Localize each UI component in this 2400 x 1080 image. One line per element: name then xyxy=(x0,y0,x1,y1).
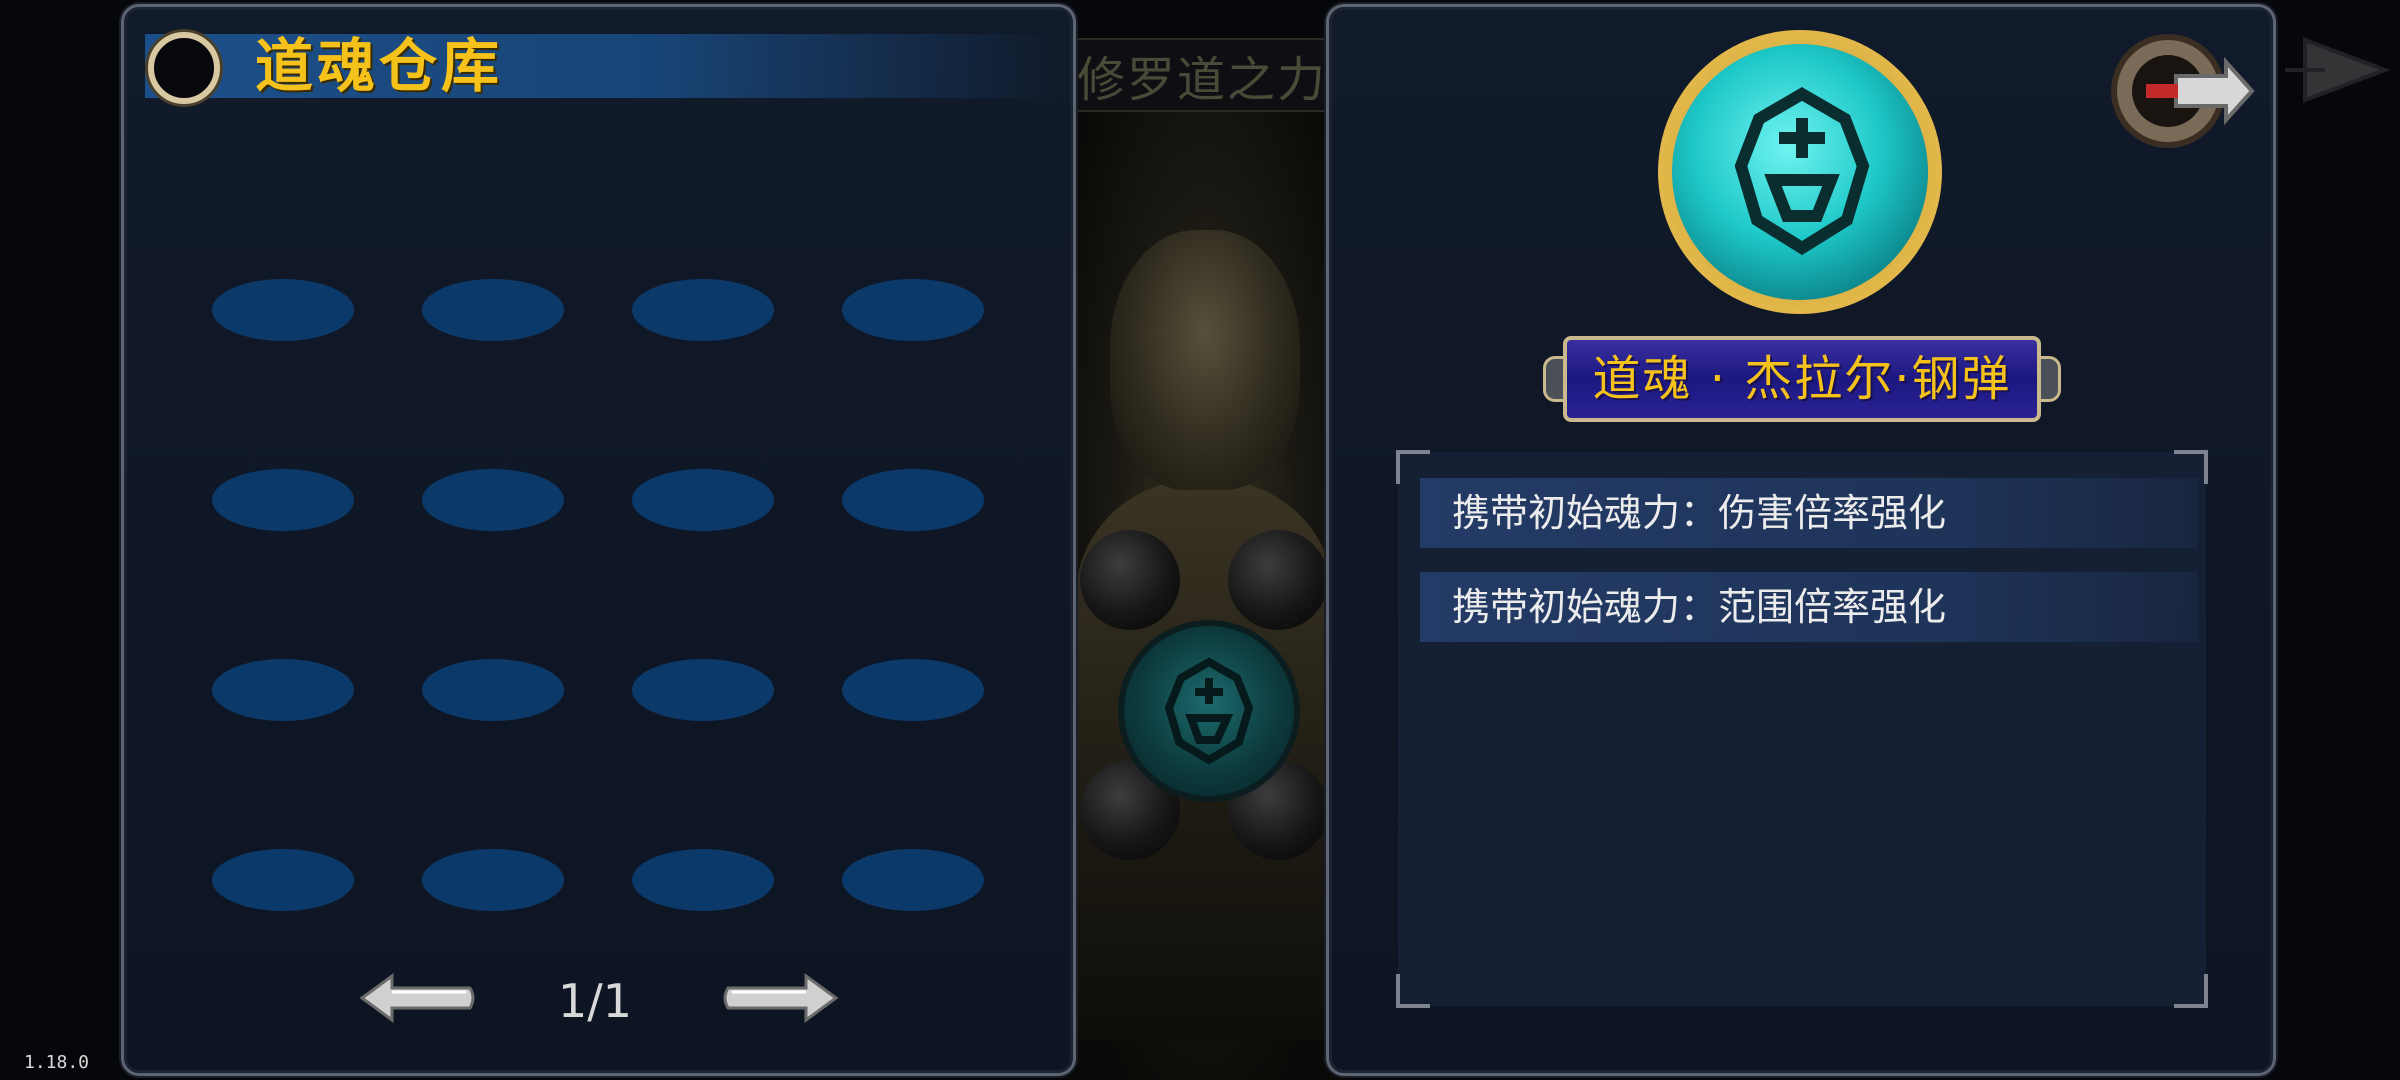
frame-corner xyxy=(2174,974,2208,1008)
background-title: 修罗道之力 xyxy=(1030,38,1374,112)
soul-socket xyxy=(1080,530,1180,630)
soul-socket xyxy=(1228,530,1328,630)
storage-slot[interactable] xyxy=(842,849,984,911)
attribute-row-range: 携带初始魂力：范围倍率强化 xyxy=(1420,572,2198,642)
storage-slot[interactable] xyxy=(212,469,354,531)
storage-slot[interactable] xyxy=(212,849,354,911)
storage-slot[interactable] xyxy=(422,279,564,341)
storage-slot[interactable] xyxy=(422,469,564,531)
storage-slot[interactable] xyxy=(632,849,774,911)
soul-glyph-icon xyxy=(1164,657,1254,765)
title-ring-icon xyxy=(148,32,220,104)
equipped-soul-orb[interactable] xyxy=(1118,620,1300,802)
frame-corner xyxy=(1396,974,1430,1008)
faded-arrow-icon xyxy=(2285,37,2391,103)
storage-slot[interactable] xyxy=(842,279,984,341)
storage-slot[interactable] xyxy=(632,279,774,341)
soul-storage-panel xyxy=(121,4,1076,1076)
storage-slot[interactable] xyxy=(212,279,354,341)
storage-slot[interactable] xyxy=(422,849,564,911)
back-close-icon[interactable] xyxy=(2106,26,2256,156)
storage-title: 道魂仓库 xyxy=(255,32,504,100)
soul-name-plate: 道魂 · 杰拉尔·钢弹 xyxy=(1543,330,2061,428)
storage-slot[interactable] xyxy=(212,659,354,721)
soul-glyph-icon xyxy=(1734,87,1870,256)
storage-slot[interactable] xyxy=(632,469,774,531)
arrow-left-icon[interactable] xyxy=(358,970,478,1026)
storage-slot[interactable] xyxy=(842,659,984,721)
selected-soul-orb xyxy=(1658,30,1942,314)
attribute-row-damage: 携带初始魂力：伤害倍率强化 xyxy=(1420,478,2198,548)
storage-slot[interactable] xyxy=(842,469,984,531)
version-label: 1.18.0 xyxy=(24,1052,90,1073)
hero-figure-head xyxy=(1110,230,1300,490)
storage-slot[interactable] xyxy=(632,659,774,721)
arrow-right-icon[interactable] xyxy=(720,970,840,1026)
soul-orb-core xyxy=(1672,44,1928,300)
storage-slot[interactable] xyxy=(422,659,564,721)
page-indicator: 1/1 xyxy=(557,974,633,1028)
soul-name: 道魂 · 杰拉尔·钢弹 xyxy=(1592,351,2012,407)
